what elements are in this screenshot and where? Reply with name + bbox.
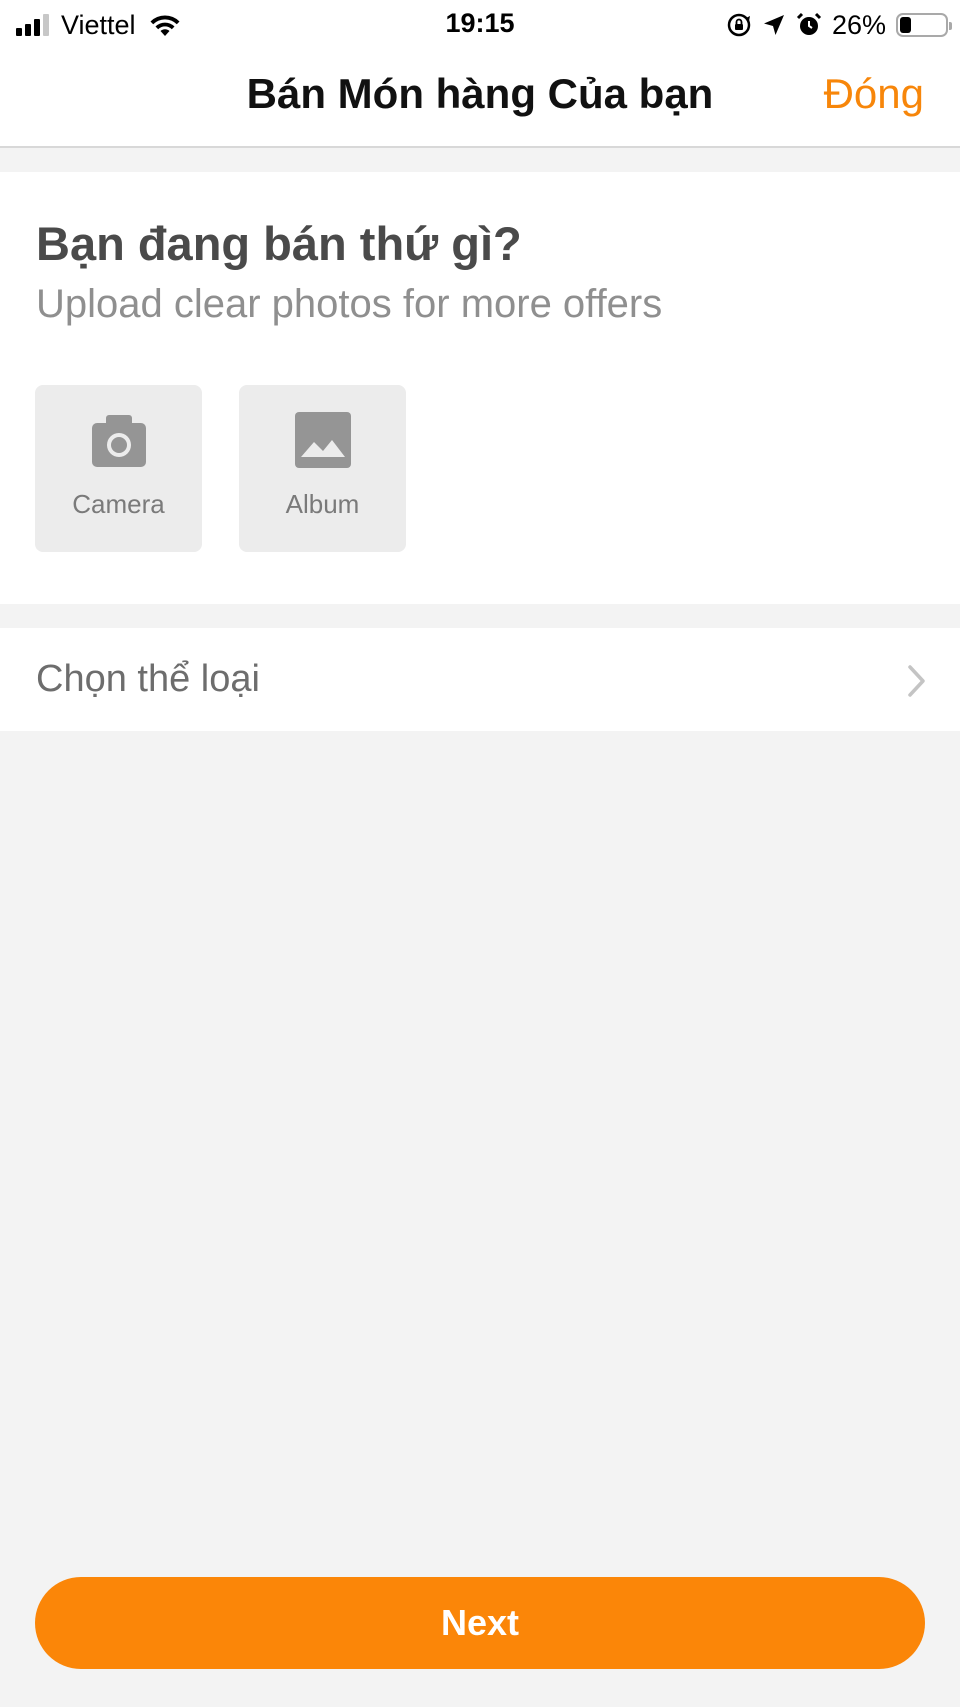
page-title: Bán Món hàng Của bạn xyxy=(246,70,714,117)
camera-label: Camera xyxy=(72,489,165,519)
status-bar: Viettel 19:15 26% xyxy=(0,0,960,50)
battery-fill xyxy=(900,17,912,33)
album-label: Album xyxy=(285,489,360,519)
category-label: Chọn thể loại xyxy=(36,658,260,700)
alarm-icon xyxy=(796,12,822,35)
location-icon xyxy=(763,15,784,35)
camera-icon xyxy=(91,415,146,467)
album-button[interactable]: Album xyxy=(239,385,406,552)
battery-percent: 26% xyxy=(831,9,886,40)
orientation-lock-icon xyxy=(727,13,751,37)
image-icon xyxy=(294,412,351,468)
screen: Viettel 19:15 26% Bán Món hàng Của bạn Đ… xyxy=(0,0,960,1707)
category-selector[interactable]: Chọn thể loại xyxy=(0,628,960,731)
status-right: 26% xyxy=(726,8,952,42)
next-button[interactable]: Next xyxy=(35,1577,925,1669)
close-button[interactable]: Đóng xyxy=(824,70,924,118)
section-heading: Bạn đang bán thứ gì? xyxy=(36,217,522,270)
battery-icon xyxy=(896,13,952,37)
photo-upload-section: Bạn đang bán thứ gì? Upload clear photos… xyxy=(0,172,960,604)
nav-bar: Bán Món hàng Của bạn Đóng xyxy=(0,50,960,148)
chevron-right-icon xyxy=(908,665,925,697)
camera-button[interactable]: Camera xyxy=(35,385,202,552)
section-subheading: Upload clear photos for more offers xyxy=(36,282,663,326)
